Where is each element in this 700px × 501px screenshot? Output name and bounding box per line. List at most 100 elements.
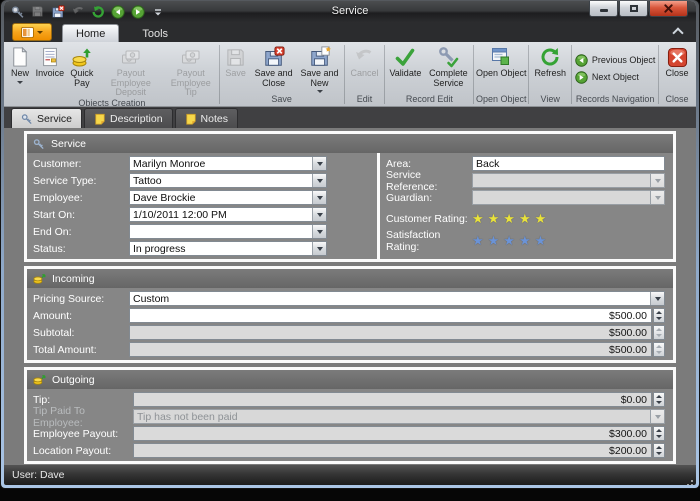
service-reference-value	[473, 174, 650, 187]
validate-button[interactable]: Validate	[386, 43, 424, 94]
close-window-icon	[664, 4, 673, 13]
ribbon-tab-strip: Home Tools	[4, 23, 696, 42]
customer-combo[interactable]: Marilyn Monroe	[129, 156, 327, 171]
ribbon-separator	[219, 45, 220, 104]
payout-deposit-money-icon	[120, 45, 142, 69]
service-type-combo[interactable]: Tattoo	[129, 173, 327, 188]
area-input[interactable]: Back	[472, 156, 665, 171]
new-button[interactable]: New	[6, 43, 34, 98]
tab-description[interactable]: Description	[84, 108, 173, 128]
pricing-source-dropdown-icon[interactable]	[650, 292, 664, 305]
minimize-button[interactable]	[589, 1, 618, 17]
save-and-new-label: Save and New	[297, 69, 343, 88]
open-object-window-icon	[490, 45, 512, 69]
tab-notes[interactable]: Notes	[175, 108, 238, 128]
cancel-button-label: Cancel	[350, 69, 378, 79]
tab-service[interactable]: Service	[11, 108, 82, 128]
ribbon-separator	[473, 45, 474, 104]
tab-notes-label: Notes	[201, 113, 228, 125]
validate-button-label: Validate	[389, 69, 421, 79]
ribbon-group-records-navigation: Previous Object Next Object Records Navi…	[573, 43, 657, 106]
refresh-button[interactable]: Refresh	[530, 43, 570, 94]
ribbon-group-objects-creation: New Invoice Quick Pay Payout Employee De…	[6, 43, 218, 106]
start-on-datepicker[interactable]: 1/10/2011 12:00 PM	[129, 207, 327, 222]
customer-rating-stars[interactable]: ★★★★★	[472, 212, 550, 225]
outgoing-group-box: Outgoing Tip: $0.00 Tip Paid To Employee…	[24, 367, 676, 464]
spin-down-icon[interactable]	[654, 316, 664, 323]
open-object-button[interactable]: Open Object	[475, 43, 527, 94]
location-payout-field[interactable]: $200.00	[133, 443, 652, 458]
tip-spinner[interactable]	[653, 392, 665, 407]
location-payout-spinner[interactable]	[653, 443, 665, 458]
collapse-ribbon-icon[interactable]	[672, 27, 683, 38]
service-reference-row: Service Reference:	[386, 172, 665, 189]
pricing-source-combo[interactable]: Custom	[129, 291, 665, 306]
quick-pay-button-label: Quick Pay	[66, 69, 98, 88]
save-and-new-dropdown-arrow-icon	[317, 90, 323, 93]
service-window: Service Home Tools New	[1, 0, 699, 488]
maximize-button[interactable]	[619, 1, 648, 17]
pricing-source-label: Pricing Source:	[33, 293, 129, 305]
close-button[interactable]: Close	[660, 43, 694, 94]
customer-row: Customer: Marilyn Monroe	[33, 155, 369, 172]
end-on-row: End On:	[33, 223, 369, 240]
customer-rating-row: Customer Rating: ★★★★★	[386, 210, 665, 227]
amount-spinner[interactable]	[653, 308, 665, 323]
employee-payout-field[interactable]: $300.00	[133, 426, 652, 441]
save-and-new-button[interactable]: Save and New	[297, 43, 343, 94]
status-dropdown-icon[interactable]	[312, 242, 326, 255]
outgoing-group-header: Outgoing	[27, 370, 673, 389]
employee-payout-spinner[interactable]	[653, 426, 665, 441]
ribbon-separator	[344, 45, 345, 104]
group-label-close: Close	[660, 94, 694, 106]
payout-employee-tip-label: Payout Employee Tip	[164, 69, 218, 98]
status-value: In progress	[130, 242, 312, 255]
invoice-button[interactable]: Invoice	[34, 43, 66, 98]
outgoing-coins-icon	[33, 373, 46, 386]
save-and-close-button[interactable]: Save and Close	[251, 43, 297, 94]
new-dropdown-arrow-icon	[17, 81, 23, 84]
spin-down-icon	[654, 333, 664, 340]
satisfaction-rating-stars[interactable]: ★★★★★	[472, 234, 550, 247]
service-type-dropdown-icon[interactable]	[312, 174, 326, 187]
tip-input[interactable]: $0.00	[133, 392, 652, 407]
start-on-value: 1/10/2011 12:00 PM	[130, 208, 312, 221]
end-on-dropdown-icon[interactable]	[312, 225, 326, 238]
spin-down-icon[interactable]	[654, 451, 664, 458]
end-on-value	[130, 225, 312, 238]
application-menu-button[interactable]	[12, 23, 52, 41]
incoming-group-title: Incoming	[52, 273, 95, 285]
total-amount-row: Total Amount: $500.00	[33, 341, 665, 358]
complete-service-button[interactable]: Complete Service	[424, 43, 472, 94]
subtotal-spinner	[653, 325, 665, 340]
pricing-source-row: Pricing Source: Custom	[33, 290, 665, 307]
amount-input[interactable]: $500.00	[129, 308, 652, 323]
previous-object-icon	[575, 54, 588, 67]
next-object-button[interactable]: Next Object	[575, 71, 656, 84]
close-window-button[interactable]	[649, 1, 688, 17]
end-on-datepicker[interactable]	[129, 224, 327, 239]
employee-dropdown-icon[interactable]	[312, 191, 326, 204]
spin-down-icon	[654, 350, 664, 357]
close-button-label: Close	[666, 69, 689, 79]
location-payout-row: Location Payout: $200.00	[33, 442, 665, 459]
quick-pay-button[interactable]: Quick Pay	[66, 43, 98, 98]
title-bar[interactable]: Service	[4, 1, 696, 23]
start-on-dropdown-icon[interactable]	[312, 208, 326, 221]
refresh-icon	[539, 45, 561, 69]
employee-payout-label: Employee Payout:	[33, 428, 133, 440]
end-on-label: End On:	[33, 226, 129, 238]
resize-grip-icon[interactable]	[691, 480, 693, 482]
previous-object-button[interactable]: Previous Object	[575, 54, 656, 67]
spin-down-icon[interactable]	[654, 400, 664, 407]
employee-combo[interactable]: Dave Brockie	[129, 190, 327, 205]
complete-service-tool-icon	[437, 45, 459, 69]
incoming-coins-icon	[33, 272, 46, 285]
customer-dropdown-icon[interactable]	[312, 157, 326, 170]
group-label-record-edit: Record Edit	[386, 94, 472, 106]
ribbon-tab-tools[interactable]: Tools	[129, 25, 181, 42]
status-row: Status: In progress	[33, 240, 369, 257]
ribbon-tab-home[interactable]: Home	[62, 24, 119, 42]
status-combo[interactable]: In progress	[129, 241, 327, 256]
spin-down-icon[interactable]	[654, 434, 664, 441]
